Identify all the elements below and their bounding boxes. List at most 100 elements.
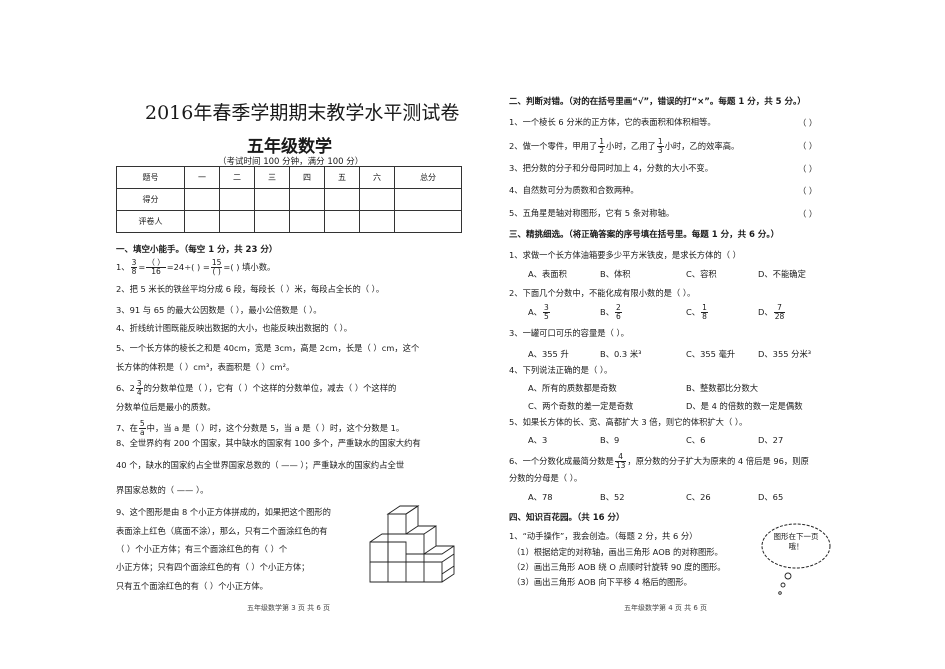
q-text: 中，当 a 是（ ）时，这个分数是 5，当 a 是（ ）时，这个分数是 1。 — [146, 423, 405, 433]
denominator: ( ) — [212, 267, 221, 276]
score-input-cell[interactable] — [254, 188, 290, 211]
section-2-heading: 二、判断对错。（对的在括号里画“√”，错误的打“×”。每题 1 分，共 5 分。… — [509, 97, 806, 107]
denominator: 5 — [543, 312, 549, 321]
choice-option[interactable]: A、所有的质数都是奇数 — [528, 382, 617, 394]
score-table-row: 得分 — [116, 188, 462, 211]
score-cell: 题号 — [116, 166, 185, 189]
q-text: 2、做一个零件，甲用了 — [509, 141, 598, 151]
choice-6: 6、一个分数化成最简分数是 4 13 ，原分数的分子扩大为原来的 4 倍后是 96，则… — [509, 453, 809, 470]
denominator: a — [139, 428, 145, 437]
question-9-line-4: 小正方体；只有四个面涂红色的有（ ）个小正方体； — [116, 562, 310, 572]
answer-paren[interactable]: （ ） — [798, 163, 817, 175]
knowledge-1: 1、“动手操作”，我会创造。（每题 2 分，共 6 分） — [509, 531, 698, 541]
q-text: 6、一个分数化成最简分数是 — [509, 456, 614, 466]
choice-option[interactable]: A、表面积 — [528, 268, 567, 280]
choice-option[interactable]: D、不能确定 — [758, 268, 806, 280]
q-text: ，原分数的分子扩大为原来的 4 倍后是 96，则原 — [627, 456, 809, 466]
answer-paren[interactable]: （ ） — [798, 208, 817, 220]
choice-option[interactable]: B、52 — [600, 491, 625, 503]
fraction: 18 — [701, 304, 708, 321]
choice-option[interactable]: C、容积 — [686, 268, 717, 280]
choice-option[interactable]: A、 3 5 — [528, 304, 551, 321]
score-input-cell[interactable] — [289, 210, 325, 233]
choice-option[interactable]: D、355 分米³ — [758, 348, 811, 360]
denominator: 3 — [657, 146, 663, 155]
question-5-line-2: 长方体的体积是（ ）cm³，表面积是（ ）cm²。 — [116, 362, 295, 372]
knowledge-1-part-1: （1）根据给定的对称轴，画出三角形 AOB 的对称图形。 — [512, 547, 723, 557]
fraction: 12 — [598, 138, 606, 155]
denominator: 8 — [702, 312, 707, 321]
question-4: 4、折线统计图既能反映出数据的大小，也能反映出数据的（ ）。 — [116, 323, 353, 333]
score-input-cell[interactable] — [359, 210, 395, 233]
answer-paren[interactable]: （ ） — [798, 117, 817, 129]
denominator: 13 — [615, 461, 626, 470]
score-input-cell[interactable] — [184, 210, 220, 233]
question-9-line-5: 只有五个面涂红色的有（ ）个小正方体。 — [116, 581, 268, 591]
page-footer-left: 五年级数学第 3 页 共 6 页 — [247, 604, 331, 612]
judge-2: 2、做一个零件，甲用了 1 2 小时，乙用了 1 3 小时，乙的效率高。 — [509, 138, 739, 155]
fraction: 5a — [138, 420, 146, 437]
question-1: 1、 3 8 = （ ） 16 =24÷( ) = 15( ) =( ) 填小数。 — [116, 258, 276, 276]
score-cell: 六 — [359, 166, 395, 189]
answer-paren[interactable]: （ ） — [798, 185, 817, 197]
score-input-cell[interactable] — [324, 210, 360, 233]
section-1-heading: 一、填空小能手。（每空 1 分，共 23 分） — [116, 245, 278, 255]
choice-3: 3、一罐可口可乐的容量是（ ）。 — [509, 328, 629, 338]
choice-option[interactable]: B、整数都比分数大 — [686, 382, 758, 394]
choice-option[interactable]: A、78 — [528, 491, 553, 503]
score-input-cell[interactable] — [184, 188, 220, 211]
fraction: 35 — [542, 304, 550, 321]
score-cell: 评卷人 — [116, 210, 185, 233]
q-number: 1、 — [116, 262, 130, 272]
judge-5: 5、五角星是轴对称图形，它有 5 条对称轴。 — [509, 208, 675, 218]
score-input-cell[interactable] — [324, 188, 360, 211]
choice-2: 2、下面几个分数中，不能化成有限小数的是（ ）。 — [509, 288, 696, 298]
q-text: 的分数单位是（ ），它有（ ）个这样的分数单位，减去（ ）个这样的 — [143, 383, 397, 393]
score-input-cell[interactable] — [254, 210, 290, 233]
q-text: =24÷( ) = — [166, 262, 210, 272]
choice-option[interactable]: B、9 — [600, 434, 619, 446]
question-6-line-2: 分数单位后是最小的质数。 — [116, 402, 216, 412]
page-footer-right: 五年级数学第 4 页 共 6 页 — [624, 604, 708, 612]
question-8-line-1: 8、全世界约有 200 个国家，其中缺水的国家有 100 多个，严重缺水的国家大… — [116, 438, 421, 448]
choice-option[interactable]: D、65 — [758, 491, 783, 503]
score-table-row: 评卷人 — [116, 210, 462, 233]
question-3: 3、91 与 65 的最大公因数是（ ），最小公倍数是（ ）。 — [116, 305, 322, 315]
fraction: （ ） 16 — [146, 259, 166, 276]
score-input-cell[interactable] — [359, 188, 395, 211]
choice-option[interactable]: B、体积 — [600, 268, 631, 280]
choice-option[interactable]: D、是 4 的倍数的数一定是偶数 — [686, 400, 803, 412]
choice-option[interactable]: D、 7 28 — [758, 304, 786, 321]
choice-option[interactable]: C、 1 8 — [686, 304, 709, 321]
score-input-cell[interactable] — [394, 188, 462, 211]
question-9-line-1: 9、这个图形是由 8 个小正方体拼成的，如果把这个图形的 — [116, 507, 331, 517]
score-input-cell[interactable] — [289, 188, 325, 211]
score-table-header-row: 题号 一 二 三 四 五 六 总分 — [116, 166, 462, 189]
score-input-cell[interactable] — [394, 210, 462, 233]
choice-1: 1、求做一个长方体油箱要多少平方米铁皮，是求长方体的（ ） — [509, 250, 741, 260]
fraction: 4 13 — [614, 453, 627, 470]
choice-option[interactable]: C、355 毫升 — [686, 348, 735, 360]
denominator: 4 — [136, 388, 142, 397]
question-2: 2、把 5 米长的铁丝平均分成 6 段，每段长（ ）米，每段占全长的（ ）。 — [116, 284, 385, 294]
score-input-cell[interactable] — [219, 188, 255, 211]
exam-subtitle: 五年级数学 — [247, 137, 332, 157]
choice-option[interactable]: C、26 — [686, 491, 711, 503]
choice-option[interactable]: B、0.3 米³ — [600, 348, 641, 360]
choice-option[interactable]: C、6 — [686, 434, 705, 446]
fraction: 26 — [615, 304, 622, 321]
choice-option[interactable]: A、3 — [528, 434, 547, 446]
answer-paren[interactable]: （ ） — [798, 140, 817, 152]
cubes-figure — [369, 505, 455, 583]
score-input-cell[interactable] — [219, 210, 255, 233]
choice-option[interactable]: C、两个奇数的差一定是奇数 — [528, 400, 633, 412]
choice-option[interactable]: A、355 升 — [528, 348, 569, 360]
score-cell: 五 — [324, 166, 360, 189]
choice-option[interactable]: B、 2 6 — [600, 304, 623, 321]
choice-option[interactable]: D、27 — [758, 434, 783, 446]
question-9-line-3: （ ）个小正方体；有三个面涂红色的有（ ）个 — [116, 544, 288, 554]
fraction: 38 — [130, 259, 138, 276]
choice-6-line-2: 分数的分母是（ ）。 — [509, 473, 583, 483]
denominator: 16 — [151, 267, 161, 276]
section-3-heading: 三、精挑细选。（将正确答案的序号填在括号里。每题 1 分，共 6 分。） — [509, 230, 780, 240]
